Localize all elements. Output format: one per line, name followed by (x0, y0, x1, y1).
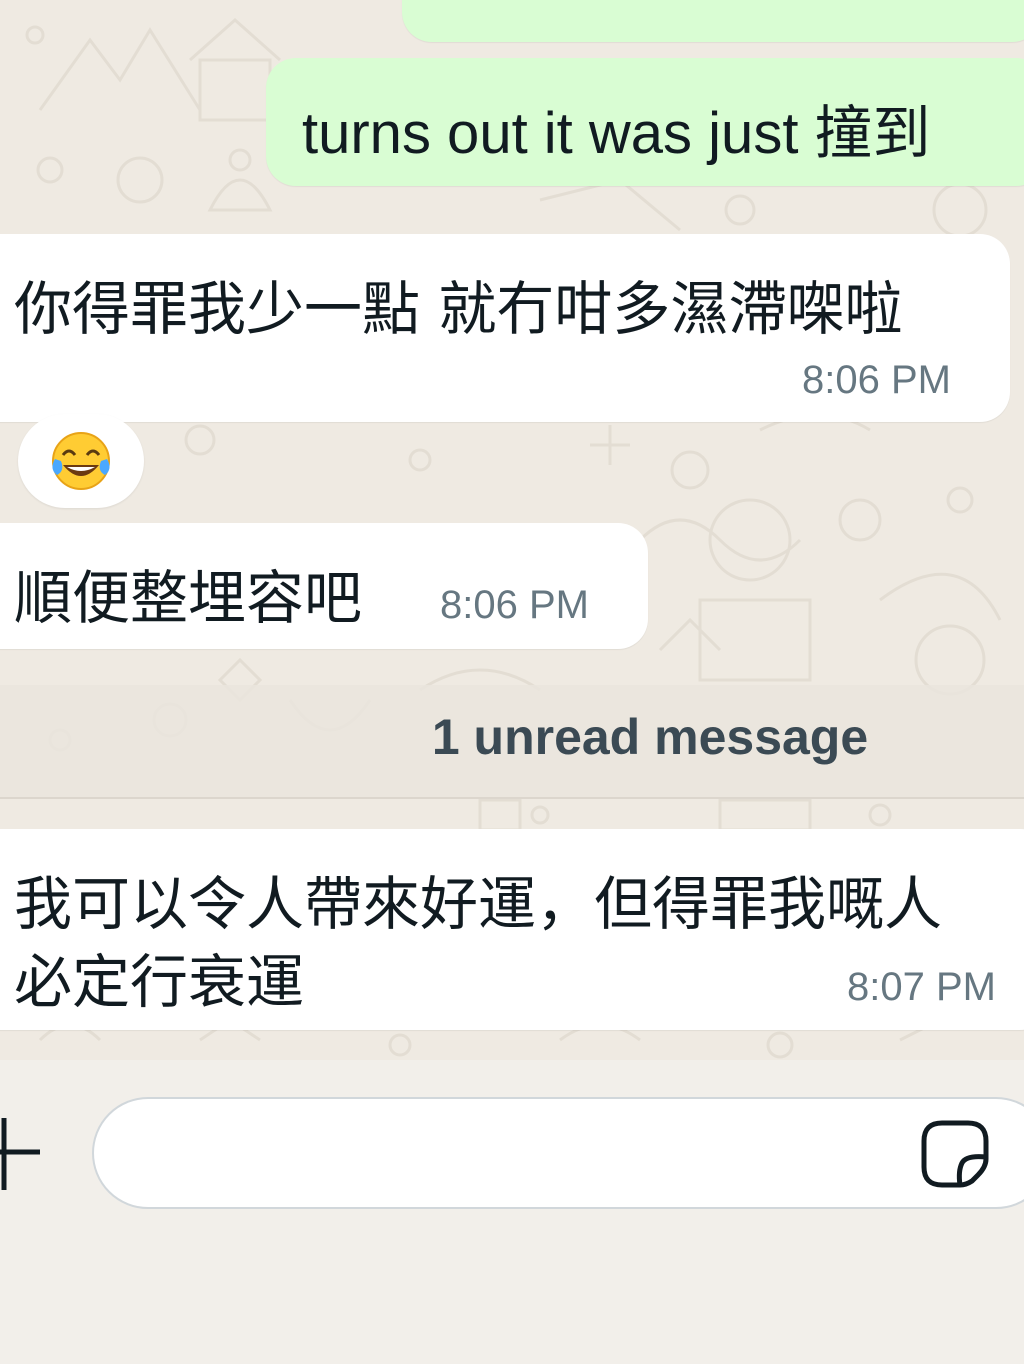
message-text: 順便整埋容吧 (14, 564, 363, 632)
tears-of-joy-emoji-icon (52, 432, 110, 490)
message-reaction[interactable] (18, 414, 144, 508)
message-timestamp: 8:07 PM (847, 965, 996, 1009)
outgoing-message-bubble[interactable]: turns out it was just 撞到 (266, 58, 1024, 186)
message-timestamp: 8:06 PM (440, 583, 589, 627)
unread-divider-label: 1 unread message (431, 709, 869, 765)
message-text: turns out it was just 撞到 (302, 101, 931, 166)
sticker-icon[interactable] (920, 1119, 990, 1189)
message-text-line: 必定行衰運 (14, 948, 305, 1016)
message-text-line: 我可以令人帶來好運，但得罪我嘅人 (14, 870, 943, 938)
incoming-message-bubble[interactable]: 你得罪我少一點 就冇咁多濕滯㗎啦 8:06 PM (0, 234, 1010, 422)
outgoing-message-bubble-partial[interactable] (402, 0, 1024, 42)
message-text: 你得罪我少一點 就冇咁多濕滯㗎啦 (14, 275, 903, 343)
plus-icon[interactable] (0, 1118, 44, 1190)
message-timestamp: 8:06 PM (802, 358, 951, 402)
incoming-message-bubble[interactable]: 順便整埋容吧 8:06 PM (0, 523, 648, 649)
incoming-message-bubble[interactable]: 我可以令人帶來好運，但得罪我嘅人 必定行衰運 8:07 PM (0, 829, 1024, 1030)
unread-divider-line (0, 797, 1024, 799)
message-input[interactable] (92, 1097, 1024, 1209)
